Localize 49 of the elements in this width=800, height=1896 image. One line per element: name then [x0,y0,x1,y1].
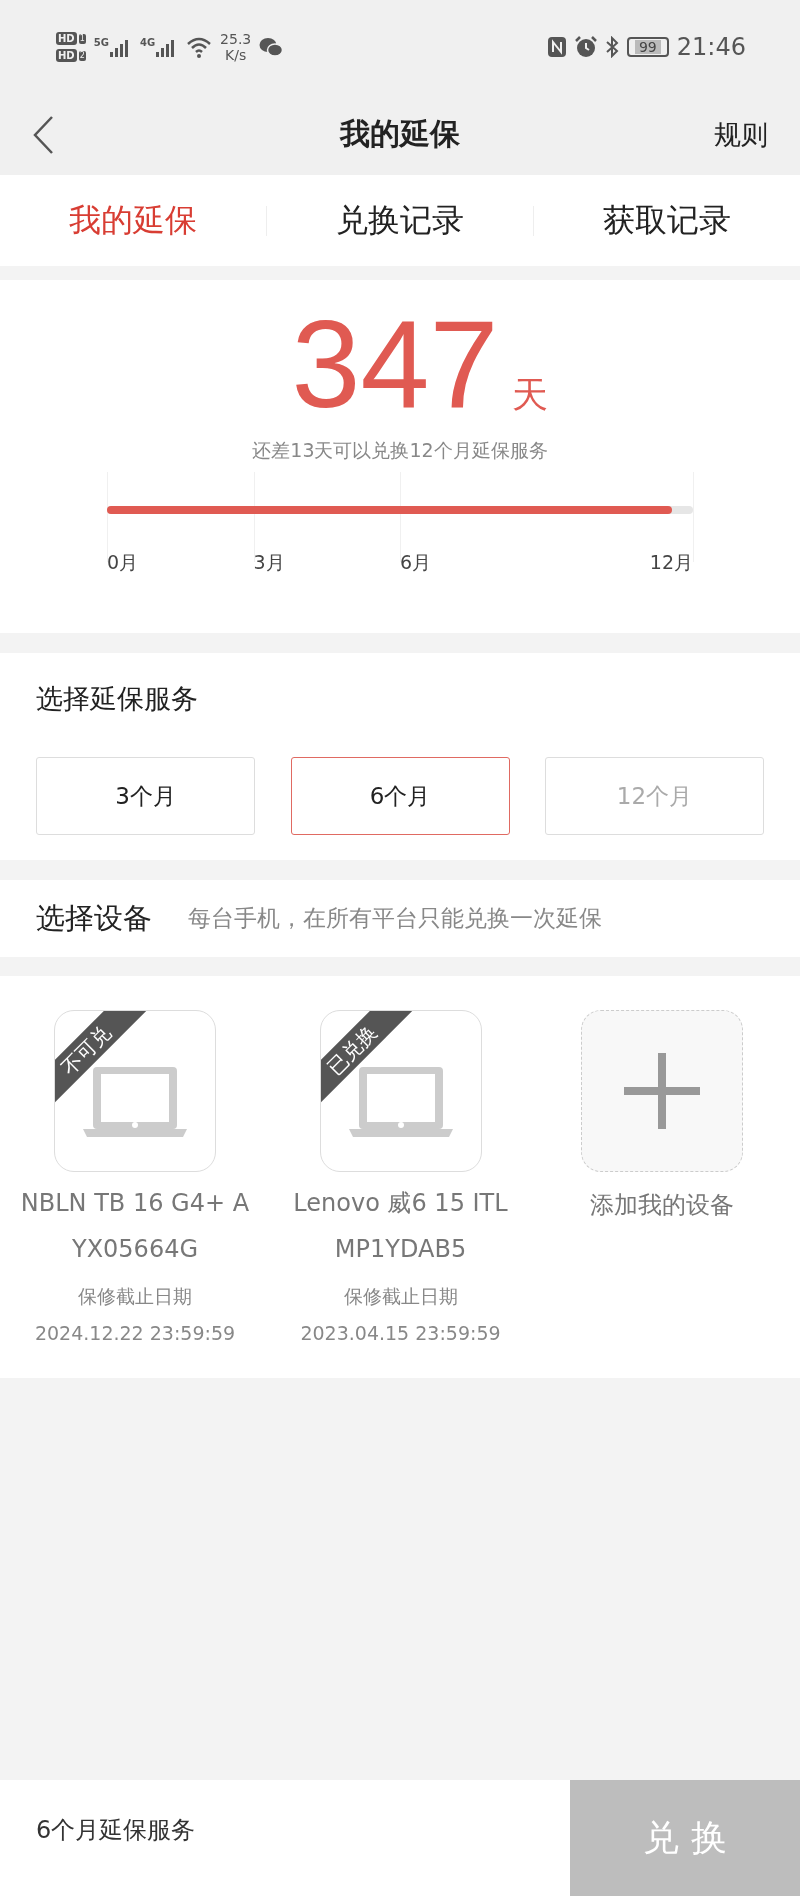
tab[interactable]: 我的延保 [0,198,266,243]
tick-label: 6月 [400,550,432,575]
add-device-label: 添加我的设备 [589,1190,734,1220]
tick-label: 3月 [253,550,285,575]
hd-badge: HD [56,32,77,45]
device-serial: MP1YDAB5 [334,1234,467,1264]
duration-option[interactable]: 3个月 [36,757,255,835]
tab[interactable]: 兑换记录 [267,198,533,243]
plus-icon [623,1053,700,1129]
device-serial: YX05664G [71,1234,198,1264]
warranty-label: 保修截止日期 [78,1284,192,1309]
warranty-label: 保修截止日期 [343,1284,458,1309]
chat-icon [259,37,284,57]
clock: 21:46 [676,33,746,61]
section-title: 选择设备 [36,899,152,937]
tick-label: 0月 [107,550,139,575]
hd-badge: HD [56,49,77,62]
selected-service: 6个月延保服务 [35,1815,197,1846]
device-tile[interactable]: 不可兑 [54,1010,216,1172]
alarm-icon [574,36,597,58]
sim-slot: 2 [78,50,86,61]
nfc-icon [546,36,567,58]
sim-slot: 1 [78,33,86,44]
device-tile[interactable]: 已兑换 [319,1010,482,1172]
network-speed: 25.3 [220,31,252,47]
bluetooth-icon [604,36,619,58]
tab[interactable]: 获取记录 [534,198,800,243]
days-unit: 天 [512,373,549,417]
add-device-button[interactable] [580,1010,743,1172]
network-type: 4G [139,37,156,48]
hint-text: 还差13天可以兑换12个月延保服务 [252,438,548,463]
section-title: 选择延保服务 [36,682,199,716]
network-type: 5G [93,37,109,48]
back-icon[interactable] [32,114,54,155]
wifi-icon [186,36,213,58]
speed-unit: K/s [225,47,247,63]
tick-label: 12月 [649,550,693,575]
battery-icon: 99 [626,37,669,57]
warranty-date: 2023.04.15 23:59:59 [300,1322,501,1344]
days-count: 347 [291,302,499,426]
warranty-date: 2024.12.22 23:59:59 [34,1322,236,1344]
device-name: Lenovo 威6 15 ITL [293,1188,508,1218]
section-note: 每台手机，在所有平台只能兑换一次延保 [188,904,602,933]
device-name: NBLN TB 16 G4+ A [20,1188,250,1218]
page-title: 我的延保 [340,115,460,153]
laptop-icon [83,1065,187,1139]
laptop-icon [348,1065,453,1139]
duration-option[interactable]: 6个月 [290,757,510,835]
rules-link[interactable]: 规则 [714,116,768,153]
